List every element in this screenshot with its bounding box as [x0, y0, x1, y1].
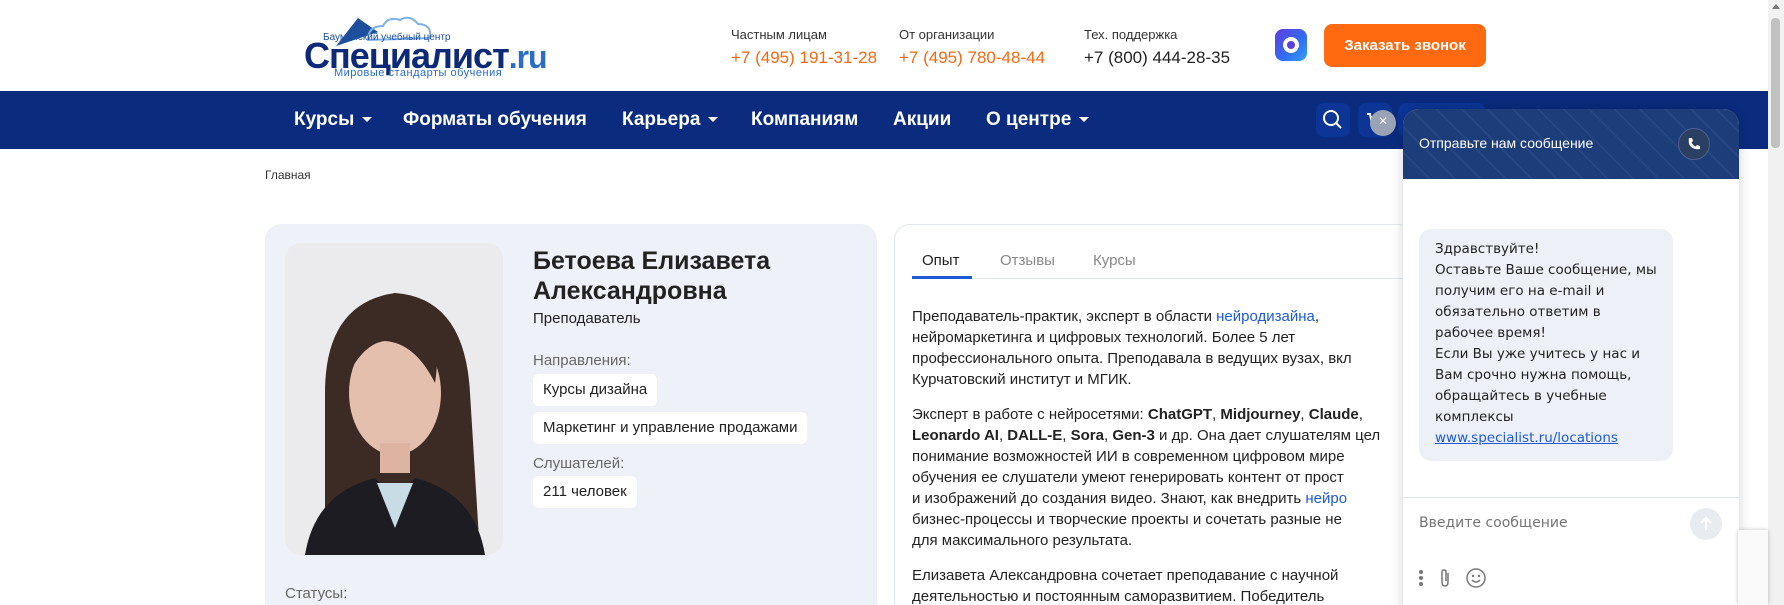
scroll-up-arrow-icon[interactable]	[1772, 4, 1780, 9]
search-icon	[1323, 110, 1342, 129]
text-line: деятельностью и постоянным саморазвитием…	[912, 588, 1325, 605]
send-arrow-icon	[1700, 516, 1712, 530]
nav-item-label: Акции	[893, 109, 952, 130]
text-line: для максимального результата.	[912, 532, 1133, 549]
nav-item-career[interactable]: Карьера	[622, 91, 719, 149]
tool-name: DALL-E	[1007, 427, 1063, 444]
chat-message-line: Оставьте Ваше сообщение, мы получим его …	[1435, 262, 1657, 341]
neurodesign-link[interactable]: нейродизайна	[1216, 308, 1315, 325]
chat-send-button[interactable]	[1690, 508, 1722, 540]
tool-name: Sora	[1070, 427, 1104, 444]
chat-title: Отправьте нам сообщение	[1419, 135, 1594, 151]
chat-widget: Отправьте нам сообщение Здравствуйте! Ос…	[1403, 109, 1739, 605]
text-line: понимание возможностей ИИ в современном …	[912, 448, 1345, 465]
chevron-down-icon	[362, 117, 373, 123]
text-span: Эксперт в работе с нейросетями:	[912, 406, 1148, 423]
text-line: бизнес-процессы и творческие проекты и с…	[912, 511, 1342, 528]
nav-item-about[interactable]: О центре	[986, 91, 1090, 149]
logo-tagline-bottom: Мировые стандарты обучения	[334, 67, 503, 79]
nav-item-label: Карьера	[622, 109, 701, 130]
contact-phone[interactable]: +7 (800) 444-28-35	[1084, 48, 1230, 68]
tool-name: Midjourney	[1220, 406, 1301, 423]
active-tab-indicator	[912, 276, 972, 279]
contact-label: От организации	[899, 27, 995, 42]
text-line: профессионального опыта. Преподавала в в…	[912, 350, 1352, 367]
search-button[interactable]	[1316, 103, 1350, 137]
teacher-portrait-image	[285, 243, 503, 555]
experience-paragraph-2: Эксперт в работе с нейросетями: ChatGPT,…	[912, 404, 1432, 551]
breadcrumb[interactable]: Главная	[265, 168, 311, 182]
direction-chip[interactable]: Курсы дизайна	[533, 374, 658, 406]
nav-item-promotions[interactable]: Акции	[893, 91, 951, 149]
nav-item-courses[interactable]: Курсы	[294, 91, 373, 149]
recaptcha-badge[interactable]	[1738, 530, 1768, 605]
locations-link[interactable]: www.specialist.ru/locations	[1435, 428, 1657, 449]
site-header: Бауманский учебный центр Специалист.ru М…	[0, 0, 1784, 91]
chat-divider	[1403, 497, 1739, 498]
more-vertical-icon[interactable]	[1417, 568, 1425, 588]
nav-item-companies[interactable]: Компаниям	[751, 91, 858, 149]
students-label: Слушателей:	[533, 455, 625, 472]
chat-call-button[interactable]	[1678, 128, 1710, 160]
experience-paragraph-3: Елизавета Александровна сочетает препода…	[912, 565, 1432, 605]
text-line: Курчатовский институт и МГИК.	[912, 371, 1132, 388]
contact-label: Частным лицам	[731, 27, 827, 42]
logo-wordmark-ru: .ru	[508, 39, 548, 75]
text-line: обучения ее слушатели умеют генерировать…	[912, 469, 1344, 486]
nav-item-label: Форматы обучения	[403, 109, 587, 130]
contact-private: Частным лицам +7 (495) 191-31-28	[731, 27, 877, 68]
nav-item-label: Компаниям	[751, 109, 859, 130]
chat-header: Отправьте нам сообщение	[1403, 109, 1739, 179]
tabs-divider	[912, 278, 1422, 279]
text-line: нейромаркетинга и цифровых технологий. Б…	[912, 329, 1296, 346]
tool-name: Leonardo AI	[912, 427, 999, 444]
teacher-role: Преподаватель	[533, 310, 641, 327]
tab-reviews[interactable]: Отзывы	[1000, 252, 1055, 269]
chat-toolbar	[1417, 566, 1487, 590]
chat-message-line: Здравствуйте!	[1435, 241, 1540, 257]
nav-item-label: Курсы	[294, 109, 355, 130]
students-count: 211 человек	[533, 476, 637, 508]
text-line: Елизавета Александровна сочетает препода…	[912, 567, 1339, 584]
emoji-icon[interactable]	[1465, 567, 1487, 589]
contact-phone[interactable]: +7 (495) 191-31-28	[731, 48, 877, 68]
chat-message-bubble: Здравствуйте! Оставьте Ваше сообщение, м…	[1419, 229, 1673, 461]
text-span: Преподаватель-практик, эксперт в области	[912, 308, 1217, 325]
direction-chip[interactable]: Маркетинг и управление продажами	[533, 412, 808, 444]
messenger-icon[interactable]	[1275, 29, 1307, 61]
site-logo[interactable]: Бауманский учебный центр Специалист.ru М…	[283, 8, 548, 82]
directions-label: Направления:	[533, 352, 631, 369]
nav-item-formats[interactable]: Форматы обучения	[403, 91, 587, 149]
tool-name: Gen-3	[1112, 427, 1155, 444]
contact-organization: От организации +7 (495) 780-48-44	[899, 27, 1045, 68]
chevron-down-icon	[708, 117, 719, 123]
contact-phone[interactable]: +7 (495) 780-48-44	[899, 48, 1045, 68]
chevron-down-icon	[1079, 117, 1090, 123]
text-span: и изображений до создания видео. Знают, …	[912, 490, 1306, 507]
phone-icon	[1688, 138, 1700, 150]
chat-message-input[interactable]	[1419, 515, 1669, 531]
tab-courses[interactable]: Курсы	[1093, 252, 1136, 269]
text-span: ,	[1314, 308, 1319, 325]
chat-close-button[interactable]: ×	[1370, 110, 1396, 136]
neuro-link[interactable]: нейро	[1305, 490, 1347, 507]
statuses-label: Статусы:	[285, 585, 348, 602]
tool-name: Claude	[1308, 406, 1359, 423]
tool-name: ChatGPT	[1147, 406, 1213, 423]
experience-paragraph-1: Преподаватель-практик, эксперт в области…	[912, 306, 1432, 390]
nav-item-label: О центре	[986, 109, 1072, 130]
contact-label: Тех. поддержка	[1084, 27, 1178, 42]
paperclip-icon[interactable]	[1435, 567, 1455, 589]
chat-message-line: Если Вы уже учитесь у нас и Вам срочно н…	[1435, 346, 1641, 425]
tab-experience[interactable]: Опыт	[922, 252, 959, 269]
teacher-name: Бетоева Елизавета Александровна	[533, 247, 771, 305]
text-span: и др. Она дает слушателям цел	[1154, 427, 1381, 444]
scrollbar-thumb[interactable]	[1771, 18, 1780, 148]
order-call-button[interactable]: Заказать звонок	[1324, 24, 1486, 67]
contact-support: Тех. поддержка +7 (800) 444-28-35	[1084, 27, 1230, 68]
teacher-photo	[285, 243, 503, 555]
